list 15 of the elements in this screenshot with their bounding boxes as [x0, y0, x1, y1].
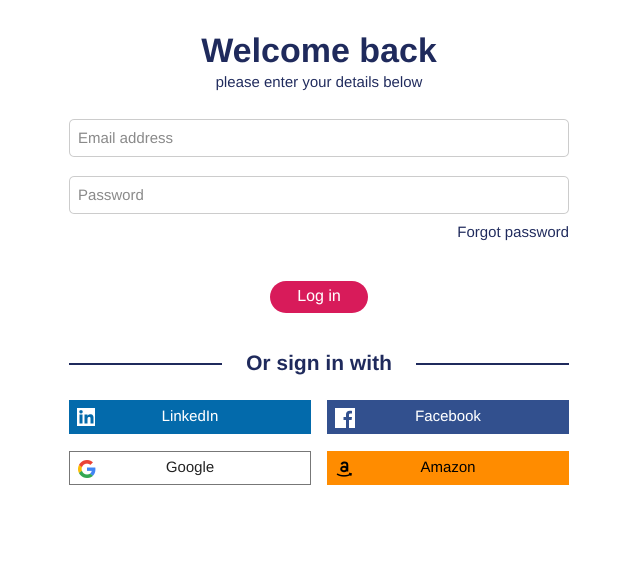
forgot-password-link[interactable]: Forgot password	[457, 224, 569, 242]
amazon-logo-icon	[335, 459, 355, 479]
page-subtitle: please enter your details below	[216, 73, 422, 93]
linkedin-icon	[77, 408, 95, 426]
google-icon	[78, 460, 96, 478]
page-title: Welcome back	[201, 33, 437, 69]
login-button[interactable]: Log in	[270, 281, 368, 313]
social-login-button[interactable]: Google	[69, 451, 311, 485]
facebook-icon	[335, 408, 355, 428]
divider-label: Or sign in with	[245, 351, 393, 378]
input-field[interactable]: Password	[69, 176, 569, 214]
social-login-button[interactable]: Amazon	[327, 451, 569, 485]
social-login-button[interactable]: LinkedIn	[69, 400, 311, 434]
input-field[interactable]: Email address	[69, 119, 569, 157]
social-login-button[interactable]: Facebook	[327, 400, 569, 434]
